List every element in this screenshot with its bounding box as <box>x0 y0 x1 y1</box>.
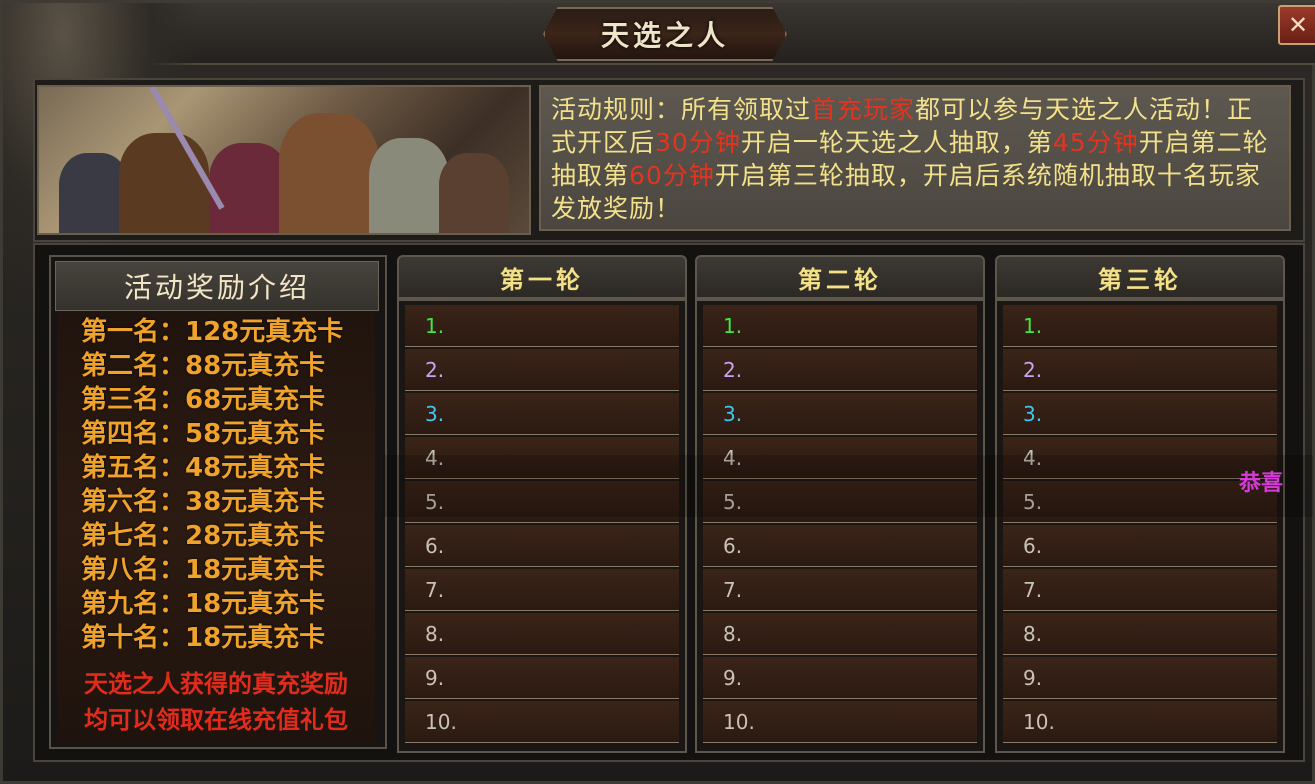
slot-rank-number: 9. <box>1023 666 1043 690</box>
slot-rank-number: 6. <box>723 534 743 558</box>
winner-slot: 4. <box>405 437 679 479</box>
reward-item: 第二名：88元真充卡 <box>81 351 326 381</box>
winner-slot: 7. <box>703 569 977 611</box>
rule-highlight: 首充玩家 <box>811 95 916 124</box>
reward-item: 第三名：68元真充卡 <box>81 385 326 415</box>
round-panel-2: 第二轮 1. 2. 3. 4. 5. 6. 7. 8. 9. 10. <box>695 255 985 753</box>
winner-slot: 1. <box>405 305 679 347</box>
winner-slot: 5. <box>405 481 679 523</box>
slot-rank-number: 9. <box>425 666 445 690</box>
round-title: 第二轮 <box>695 255 985 299</box>
winner-slot: 5. <box>1003 481 1277 523</box>
round-title: 第三轮 <box>995 255 1285 299</box>
slot-rank-number: 8. <box>1023 622 1043 646</box>
reward-heading: 活动奖励介绍 <box>55 261 379 311</box>
winner-slot: 9. <box>405 657 679 699</box>
winner-slot: 8. <box>703 613 977 655</box>
slot-rank-number: 9. <box>723 666 743 690</box>
winner-slot: 2. <box>1003 349 1277 391</box>
winner-slot: 6. <box>703 525 977 567</box>
rule-highlight: 60分钟 <box>629 161 715 190</box>
winner-slot: 3. <box>405 393 679 435</box>
slot-rank-number: 10. <box>1023 710 1055 734</box>
congrats-message: 恭喜 <box>1239 471 1284 496</box>
winner-slot: 1. <box>1003 305 1277 347</box>
close-button[interactable]: ✕ <box>1278 5 1315 45</box>
slot-rank-number: 4. <box>425 446 445 470</box>
slot-rank-number: 3. <box>723 402 743 426</box>
slot-rank-number: 7. <box>425 578 445 602</box>
slot-rank-number: 3. <box>425 402 445 426</box>
round-panel-1: 第一轮 1. 2. 3. 4. 5. 6. 7. 8. 9. 10. <box>397 255 687 753</box>
slot-rank-number: 4. <box>723 446 743 470</box>
winner-slot: 3. <box>1003 393 1277 435</box>
slot-rank-number: 2. <box>425 358 445 382</box>
slot-rank-number: 1. <box>1023 314 1043 338</box>
winner-slot: 1. <box>703 305 977 347</box>
slot-rank-number: 5. <box>425 490 445 514</box>
slot-rank-number: 6. <box>1023 534 1043 558</box>
slot-rank-number: 10. <box>425 710 457 734</box>
event-rules: 活动规则：所有领取过首充玩家都可以参与天选之人活动！正式开区后30分钟开启一轮天… <box>539 85 1291 231</box>
window-title: 天选之人 <box>600 19 729 52</box>
winner-slot: 2. <box>703 349 977 391</box>
round-slot-list: 1. 2. 3. 4. 5. 6. 7. 8. 9. 10. <box>995 299 1285 753</box>
slot-rank-number: 5. <box>1023 490 1043 514</box>
round-panel-3: 第三轮 1. 2. 3. 4. 5. 6. 7. 8. 9. 10. <box>995 255 1285 753</box>
slot-rank-number: 10. <box>723 710 755 734</box>
slot-rank-number: 2. <box>723 358 743 382</box>
round-slot-list: 1. 2. 3. 4. 5. 6. 7. 8. 9. 10. <box>397 299 687 753</box>
slot-rank-number: 6. <box>425 534 445 558</box>
slot-rank-number: 8. <box>723 622 743 646</box>
reward-item: 第十名：18元真充卡 <box>81 623 326 653</box>
winner-slot: 8. <box>405 613 679 655</box>
game-window: 天选之人 ✕ 活动规则：所有领取过首充玩家都可以参与天选之人活动！正式开区后30… <box>0 0 1315 784</box>
round-title: 第一轮 <box>397 255 687 299</box>
reward-item: 第五名：48元真充卡 <box>81 453 326 483</box>
close-icon: ✕ <box>1287 11 1309 39</box>
winner-slot: 2. <box>405 349 679 391</box>
winner-slot: 6. <box>405 525 679 567</box>
winner-slot: 4. <box>1003 437 1277 479</box>
reward-note-line2: 均可以领取在线充值礼包 <box>84 706 348 734</box>
winner-slot: 9. <box>703 657 977 699</box>
reward-item: 第六名：38元真充卡 <box>81 487 326 517</box>
slot-rank-number: 2. <box>1023 358 1043 382</box>
winner-slot: 3. <box>703 393 977 435</box>
winner-slot: 8. <box>1003 613 1277 655</box>
title-plate: 天选之人 <box>543 7 787 61</box>
winner-slot: 9. <box>1003 657 1277 699</box>
winner-slot: 10. <box>1003 701 1277 743</box>
reward-item: 第四名：58元真充卡 <box>81 419 326 449</box>
reward-item: 第七名：28元真充卡 <box>81 521 326 551</box>
event-banner-image <box>37 85 531 235</box>
winner-slot: 10. <box>703 701 977 743</box>
slot-rank-number: 1. <box>425 314 445 338</box>
slot-rank-number: 8. <box>425 622 445 646</box>
reward-item: 第一名：128元真充卡 <box>81 317 344 347</box>
rule-text: 开启一轮天选之人抽取，第 <box>740 128 1053 157</box>
winner-slot: 7. <box>405 569 679 611</box>
slot-rank-number: 3. <box>1023 402 1043 426</box>
slot-rank-number: 7. <box>1023 578 1043 602</box>
slot-rank-number: 4. <box>1023 446 1043 470</box>
reward-note-line1: 天选之人获得的真充奖励 <box>84 670 348 698</box>
winner-slot: 7. <box>1003 569 1277 611</box>
winner-slot: 4. <box>703 437 977 479</box>
slot-rank-number: 7. <box>723 578 743 602</box>
reward-item: 第八名：18元真充卡 <box>81 555 326 585</box>
winner-slot: 5. <box>703 481 977 523</box>
slot-rank-number: 5. <box>723 490 743 514</box>
rule-highlight: 30分钟 <box>655 128 741 157</box>
reward-item: 第九名：18元真充卡 <box>81 589 326 619</box>
winner-slot: 10. <box>405 701 679 743</box>
rule-highlight: 45分钟 <box>1052 128 1139 157</box>
winner-slot: 6. <box>1003 525 1277 567</box>
round-slot-list: 1. 2. 3. 4. 5. 6. 7. 8. 9. 10. <box>695 299 985 753</box>
reward-list: 第一名：128元真充卡 第二名：88元真充卡 第三名：68元真充卡 第四名：58… <box>57 311 375 743</box>
slot-rank-number: 1. <box>723 314 743 338</box>
rule-text: 活动规则：所有领取过 <box>551 95 812 124</box>
